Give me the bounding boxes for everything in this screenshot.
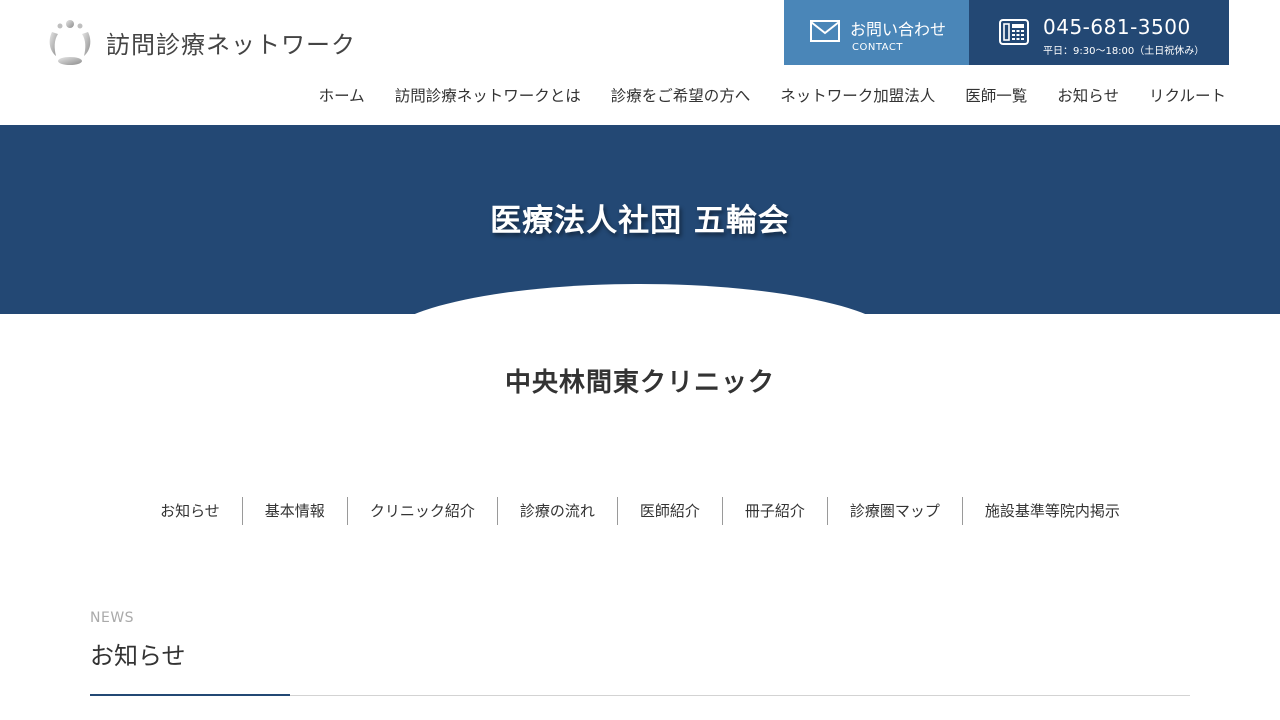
site-header: 訪問診療ネットワーク お問い合わせ CONTACT 045-681-3500 平… <box>0 0 1280 125</box>
logo-mark-icon <box>49 20 91 65</box>
clinic-subnav: お知らせ 基本情報 クリニック紹介 診療の流れ 医師紹介 冊子紹介 診療圏マップ… <box>0 497 1280 525</box>
subnav-item-clinic-intro[interactable]: クリニック紹介 <box>346 497 497 525</box>
subnav-item-doctors[interactable]: 医師紹介 <box>616 497 722 525</box>
logo-text: 訪問診療ネットワーク <box>106 30 356 59</box>
subnav-item-map[interactable]: 診療圏マップ <box>826 497 962 525</box>
gnav-item-news[interactable]: お知らせ <box>1057 84 1119 106</box>
global-nav: ホーム 訪問診療ネットワークとは 診療をご希望の方へ ネットワーク加盟法人 医師… <box>319 84 1226 106</box>
hero-curve <box>380 284 900 314</box>
clinic-title: 中央林間東クリニック <box>504 368 775 398</box>
gnav-item-doctors[interactable]: 医師一覧 <box>965 84 1027 106</box>
tel-number: 045-681-3500 <box>1043 15 1191 39</box>
hero-title: 医療法人社団 五輪会 <box>490 203 790 239</box>
phone-icon <box>999 19 1029 45</box>
logo[interactable]: 訪問診療ネットワーク <box>46 18 356 66</box>
gnav-item-about[interactable]: 訪問診療ネットワークとは <box>395 84 581 106</box>
tel-box[interactable]: 045-681-3500 平日：9:30〜18:00（土日祝休み） <box>969 0 1229 65</box>
subnav-item-booklet[interactable]: 冊子紹介 <box>721 497 827 525</box>
subnav-item-flow[interactable]: 診療の流れ <box>496 497 617 525</box>
gnav-item-recruit[interactable]: リクルート <box>1149 84 1226 106</box>
mail-icon <box>810 20 840 42</box>
tel-hours: 平日：9:30〜18:00（土日祝休み） <box>1043 46 1205 57</box>
subnav-item-notices[interactable]: 施設基準等院内掲示 <box>961 497 1142 525</box>
news-divider-accent <box>90 694 290 696</box>
contact-button[interactable]: お問い合わせ CONTACT <box>784 0 969 65</box>
subnav-item-basic-info[interactable]: 基本情報 <box>241 497 347 525</box>
contact-label: お問い合わせ <box>850 20 947 39</box>
subnav-item-news[interactable]: お知らせ <box>138 497 242 525</box>
gnav-item-patients[interactable]: 診療をご希望の方へ <box>611 84 751 106</box>
hero-banner: 医療法人社団 五輪会 <box>0 125 1280 314</box>
news-title: お知らせ <box>90 642 186 670</box>
gnav-item-home[interactable]: ホーム <box>319 84 365 106</box>
contact-sub-label: CONTACT <box>852 42 903 53</box>
news-label-en: NEWS <box>90 610 135 626</box>
gnav-item-members[interactable]: ネットワーク加盟法人 <box>780 84 935 106</box>
